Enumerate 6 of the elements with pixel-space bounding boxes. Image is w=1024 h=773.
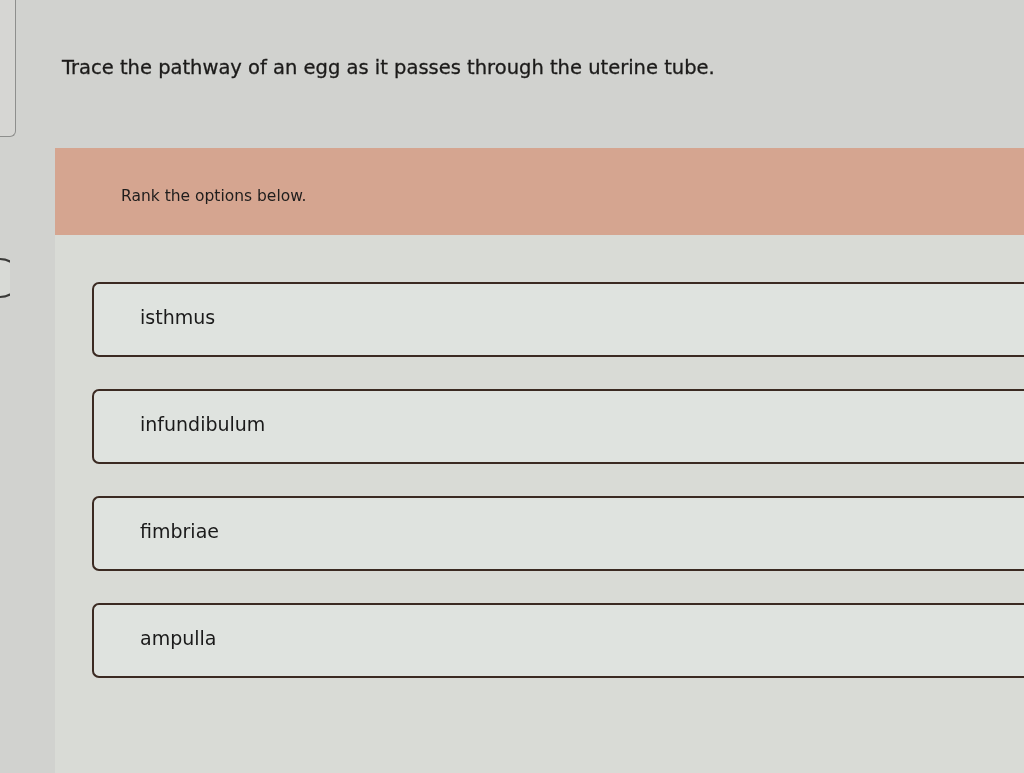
instruction-text: Rank the options below.	[121, 186, 307, 205]
question-text: Trace the pathway of an egg as it passes through the uterine tube.	[62, 55, 715, 81]
rank-option[interactable]: ampulla	[92, 603, 1024, 678]
rank-option[interactable]: infundibulum	[92, 389, 1024, 464]
rank-option[interactable]: fimbriae	[92, 496, 1024, 571]
rank-option[interactable]: isthmus	[92, 282, 1024, 357]
